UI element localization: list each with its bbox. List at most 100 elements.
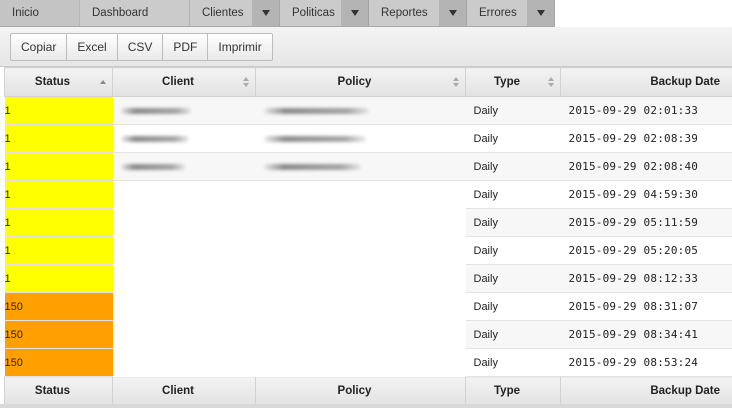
status-cell: 1: [4, 152, 113, 181]
table-row[interactable]: 150 Daily 2015-09-29 08:31:07: [4, 292, 732, 321]
chevron-down-icon: [537, 10, 545, 16]
type-cell: Daily: [465, 96, 561, 125]
nav-politicas[interactable]: Politicas: [280, 0, 342, 26]
type-cell: Daily: [465, 180, 561, 209]
table-row[interactable]: 150 Daily 2015-09-29 08:53:24: [4, 348, 732, 377]
top-navigation: Inicio Dashboard Clientes Politicas Repo…: [0, 0, 732, 27]
policy-cell: [255, 124, 466, 153]
pdf-button[interactable]: PDF: [163, 33, 209, 61]
policy-cell: [255, 180, 466, 209]
print-button[interactable]: Imprimir: [208, 33, 273, 61]
type-cell: Daily: [465, 124, 561, 153]
table-body: 1 Daily 2015-09-29 02:01:33 1 Daily 2015-09-2…: [4, 96, 732, 377]
policy-cell: [255, 96, 466, 125]
policy-cell: [255, 152, 466, 181]
chevron-down-icon: [262, 10, 270, 16]
backup-date-cell: 2015-09-29 08:53:24: [560, 348, 732, 377]
client-cell: [112, 152, 256, 181]
redacted-policy: [263, 163, 361, 170]
client-cell: [112, 320, 256, 349]
redacted-client: [120, 107, 191, 114]
type-cell: Daily: [465, 292, 561, 321]
status-cell: 1: [4, 180, 113, 209]
nav-reportes-dropdown[interactable]: [440, 0, 467, 26]
client-cell: [112, 348, 256, 377]
nav-errores-dropdown[interactable]: [528, 0, 555, 26]
table-row[interactable]: 1 Daily 2015-09-29 04:59:30: [4, 180, 732, 209]
nav-politicas-dropdown[interactable]: [342, 0, 369, 26]
client-cell: [112, 124, 256, 153]
sort-icon: [453, 77, 459, 87]
nav-clientes-dropdown[interactable]: [253, 0, 280, 26]
column-header-backup-date[interactable]: Backup Date: [560, 67, 732, 97]
client-cell: [112, 292, 256, 321]
policy-cell: [255, 348, 466, 377]
backup-table: Status Client Policy Type Backup Date 1 D…: [4, 67, 732, 406]
redacted-client: [120, 135, 189, 142]
status-cell: 1: [4, 208, 113, 237]
csv-button[interactable]: CSV: [117, 33, 164, 61]
column-header-label: Client: [162, 76, 194, 88]
status-cell: 150: [4, 292, 113, 321]
chevron-down-icon: [449, 10, 457, 16]
backup-date-cell: 2015-09-29 02:08:39: [560, 124, 732, 153]
column-header-policy[interactable]: Policy: [255, 67, 466, 97]
client-cell: [112, 236, 256, 265]
excel-button[interactable]: Excel: [67, 33, 118, 61]
status-cell: 1: [4, 236, 113, 265]
type-cell: Daily: [465, 236, 561, 265]
policy-cell: [255, 320, 466, 349]
nav-clientes[interactable]: Clientes: [190, 0, 253, 26]
type-cell: Daily: [465, 152, 561, 181]
policy-cell: [255, 236, 466, 265]
nav-reportes[interactable]: Reportes: [369, 0, 440, 26]
copy-button[interactable]: Copiar: [10, 33, 68, 61]
column-header-type[interactable]: Type: [465, 67, 561, 97]
redacted-policy: [263, 107, 369, 114]
backup-date-cell: 2015-09-29 02:01:33: [560, 96, 732, 125]
backup-date-cell: 2015-09-29 05:20:05: [560, 236, 732, 265]
policy-cell: [255, 208, 466, 237]
column-header-label: Type: [494, 76, 520, 88]
nav-bar: Inicio Dashboard Clientes Politicas Repo…: [0, 0, 555, 27]
client-cell: [112, 264, 256, 293]
type-cell: Daily: [465, 208, 561, 237]
column-header-client[interactable]: Client: [112, 67, 256, 97]
nav-dashboard[interactable]: Dashboard: [80, 0, 190, 26]
column-header-label: Status: [34, 76, 71, 88]
column-footer-policy: Policy: [255, 376, 466, 406]
backup-date-cell: 2015-09-29 04:59:30: [560, 180, 732, 209]
type-cell: Daily: [465, 348, 561, 377]
nav-home[interactable]: Inicio: [0, 0, 80, 26]
type-cell: Daily: [465, 264, 561, 293]
column-header-status[interactable]: Status: [4, 67, 113, 97]
horizontal-scrollbar[interactable]: [0, 404, 732, 408]
client-cell: [112, 96, 256, 125]
table-row[interactable]: 1 Daily 2015-09-29 08:12:33: [4, 264, 732, 293]
table-row[interactable]: 150 Daily 2015-09-29 08:34:41: [4, 320, 732, 349]
backup-date-cell: 2015-09-29 08:34:41: [560, 320, 732, 349]
redacted-client: [120, 163, 185, 170]
client-cell: [112, 180, 256, 209]
nav-errores[interactable]: Errores: [467, 0, 528, 26]
backup-date-cell: 2015-09-29 08:31:07: [560, 292, 732, 321]
status-cell: 150: [4, 320, 113, 349]
chevron-down-icon: [351, 10, 359, 16]
column-header-label: Policy: [337, 76, 372, 88]
column-footer-backup-date: Backup Date: [560, 376, 732, 406]
table-row[interactable]: 1 Daily 2015-09-29 02:08:39: [4, 124, 732, 153]
table-row[interactable]: 1 Daily 2015-09-29 05:20:05: [4, 236, 732, 265]
status-cell: 1: [4, 264, 113, 293]
backup-date-cell: 2015-09-29 05:11:59: [560, 208, 732, 237]
policy-cell: [255, 264, 466, 293]
sort-ascending-icon: [100, 77, 106, 87]
client-cell: [112, 208, 256, 237]
table-row[interactable]: 1 Daily 2015-09-29 05:11:59: [4, 208, 732, 237]
table-row[interactable]: 1 Daily 2015-09-29 02:01:33: [4, 96, 732, 125]
column-footer-client: Client: [112, 376, 256, 406]
table-row[interactable]: 1 Daily 2015-09-29 02:08:40: [4, 152, 732, 181]
table-footer-row: Status Client Policy Type Backup Date: [4, 376, 732, 406]
export-toolbar: Copiar Excel CSV PDF Imprimir: [0, 27, 732, 67]
column-header-label: Backup Date: [650, 76, 720, 88]
table-header-row: Status Client Policy Type Backup Date: [4, 67, 732, 97]
